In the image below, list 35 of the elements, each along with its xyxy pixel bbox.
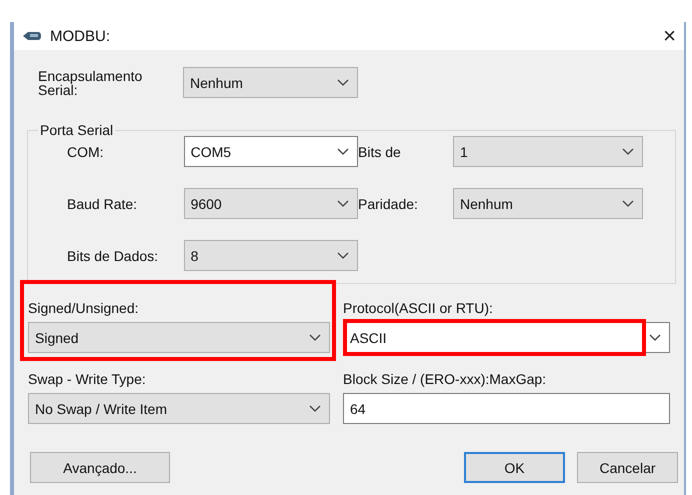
chevron-icon [337,78,349,86]
chevron-icon [337,252,349,260]
dropdown[interactable]: No Swap / Write Item [28,393,330,424]
chevron-icon [622,200,634,208]
field-label: Bits de Dados: [67,248,160,264]
field-label: Protocol(ASCII or RTU): [343,300,493,316]
chevron-icon [309,404,321,412]
dropdown[interactable]: Signed [28,322,330,353]
dropdown[interactable]: 8 [184,240,358,271]
field-label: COM: [67,144,105,160]
chevron-icon [337,148,349,156]
chevron-icon [622,148,634,156]
dropdown[interactable]: Nenhum [183,67,358,98]
dropdown[interactable]: COM5 [184,136,358,167]
dropdown[interactable]: 1 [453,136,643,167]
dialog-button[interactable]: OK [464,452,565,483]
field-label: Signed/Unsigned: [28,300,139,316]
dialog-button[interactable]: Cancelar [577,452,678,483]
field-label: Encapsulamento Serial: [38,68,144,96]
chevron-icon [337,200,349,208]
text-field[interactable]: 64 [343,393,670,424]
dropdown[interactable]: Nenhum [453,188,643,219]
window-title: MODBU: [50,28,110,44]
field-label: Swap - Write Type: [28,371,146,387]
field-label: Baud Rate: [67,196,138,212]
dialog-button[interactable]: Avançado... [30,452,170,483]
plug-icon [22,30,42,42]
group-title: Porta Serial [39,122,114,138]
field-label: Block Size / (ERO-xxx):MaxGap: [343,371,546,387]
dropdown[interactable]: 9600 [184,188,358,219]
field-label: Paridade: [358,196,419,212]
chevron-icon [649,334,661,342]
chevron-icon [309,334,321,342]
field-label: Bits de [358,144,402,160]
close-button[interactable]: × [663,25,676,47]
